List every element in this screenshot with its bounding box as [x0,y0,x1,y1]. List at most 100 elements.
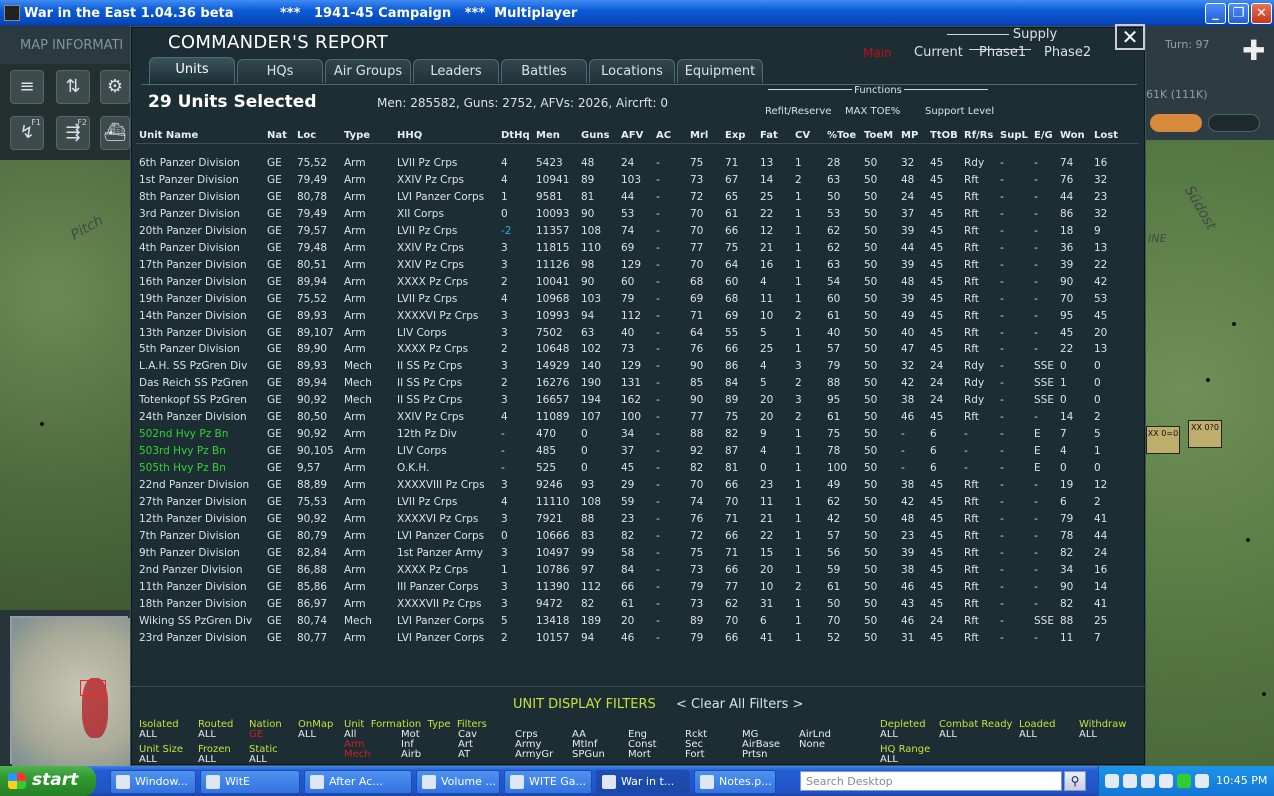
max-toe-button[interactable]: MAX TOE% [845,106,900,117]
cell-unit-name[interactable]: 24th Panzer Division [139,411,247,423]
type-filter-option[interactable]: Fort [685,749,705,760]
taskbar-item[interactable]: WitE [200,770,300,794]
table-row[interactable]: 12th Panzer Division GE 90,92 Arm XXXXVI Pz … [131,513,1147,530]
tab-hqs[interactable]: HQs [237,59,323,83]
table-row[interactable]: Wiking SS PzGren Div GE 80,74 Mech LVI Panze… [131,615,1147,632]
taskbar-clock[interactable]: 10:45 PM [1216,774,1267,787]
minimize-button[interactable]: _ [1205,3,1226,24]
table-row[interactable]: 505th Hvy Pz Bn GE 9,57 Arm O.K.H. - 525 0 45 - 82… [131,462,1147,479]
cell-unit-name[interactable]: Totenkopf SS PzGren [139,394,247,406]
tab-locations[interactable]: Locations [589,59,675,83]
table-row[interactable]: 19th Panzer Division GE 75,52 Arm LVII Pz Cr… [131,293,1147,310]
type-filter-option[interactable]: Prtsn [742,749,767,760]
type-filter-option[interactable]: ArmyGr [515,749,553,760]
filter-frozen-value[interactable]: ALL [198,754,216,765]
filter-isolated-value[interactable]: ALL [139,729,157,740]
table-row[interactable]: 1st Panzer Division GE 79,49 Arm XXIV Pz Crp… [131,174,1147,191]
cell-unit-name[interactable]: 6th Panzer Division [139,157,240,169]
cell-unit-name[interactable]: Das Reich SS PzGren [139,377,248,389]
table-row[interactable]: 503rd Hvy Pz Bn GE 90,105 Arm LIV Corps - 485 0… [131,445,1147,462]
col-header-toe-pct[interactable]: %Toe [827,130,856,141]
start-button[interactable]: start [0,766,96,796]
col-header-nat[interactable]: Nat [267,130,287,141]
table-row[interactable]: 27th Panzer Division GE 75,53 Arm LVII Pz Cr… [131,496,1147,513]
tray-volume-icon[interactable] [1159,774,1173,788]
cell-unit-name[interactable]: Wiking SS PzGren Div [139,615,252,627]
map-area-right[interactable]: Südost INE XX 0=0 XX 0?0 [1146,140,1274,766]
tray-shield-icon[interactable] [1141,774,1155,788]
col-header-e-g[interactable]: E/G [1034,130,1053,141]
col-header-ac[interactable]: AC [656,130,671,141]
table-row[interactable]: Das Reich SS PzGren GE 89,94 Mech II SS Pz C… [131,377,1147,394]
taskbar-item[interactable]: After Ac... [304,770,412,794]
table-row[interactable]: 18th Panzer Division GE 86,97 Arm XXXXVII Pz… [131,598,1147,615]
cell-unit-name[interactable]: 1st Panzer Division [139,174,239,186]
filter-unit-size-value[interactable]: ALL [139,754,157,765]
table-row[interactable]: 22nd Panzer Division GE 88,89 Arm XXXXVIII P… [131,479,1147,496]
col-header-men[interactable]: Men [536,130,560,141]
cell-unit-name[interactable]: 4th Panzer Division [139,242,240,254]
col-header-fat[interactable]: Fat [760,130,778,141]
taskbar-item[interactable]: Window... [110,770,196,794]
col-header-cv[interactable]: CV [795,130,810,141]
search-desktop-input[interactable]: Search Desktop [800,771,1062,791]
report-close-button[interactable]: ✕ [1115,24,1145,50]
table-row[interactable]: 23rd Panzer Division GE 80,77 Arm LVI Panzer… [131,632,1147,649]
filter-routed-value[interactable]: ALL [198,729,216,740]
table-row[interactable]: 5th Panzer Division GE 89,90 Arm XXXX Pz Crp… [131,343,1147,360]
table-row[interactable]: 4th Panzer Division GE 79,48 Arm XXIV Pz Crp… [131,242,1147,259]
arrow-move-icon[interactable]: F1 ↯ [10,116,44,150]
tab-battles[interactable]: Battles [501,59,587,83]
cell-unit-name[interactable]: 502nd Hvy Pz Bn [139,428,228,440]
filter-hq-range-value[interactable]: ALL [880,754,898,765]
col-header-dthq[interactable]: DtHq [501,130,530,141]
type-filter-option[interactable]: None [799,739,825,750]
cell-unit-name[interactable]: 23rd Panzer Division [139,632,247,644]
supply-current[interactable]: Current [914,45,963,60]
map-area-left[interactable]: Pitch [0,160,130,610]
cell-unit-name[interactable]: 3rd Panzer Division [139,208,240,220]
col-header-rf-rs[interactable]: Rf/Rs [964,130,993,141]
cell-unit-name[interactable]: 9th Panzer Division [139,547,240,559]
magnifier-icon[interactable]: ⚲ [1064,771,1086,791]
cell-unit-name[interactable]: 11th Panzer Division [139,581,247,593]
col-header-afv[interactable]: AFV [621,130,643,141]
col-header-ttob[interactable]: TtOB [930,130,958,141]
col-header-lost[interactable]: Lost [1094,130,1118,141]
tray-status-icon[interactable] [1177,774,1191,788]
cell-unit-name[interactable]: 503rd Hvy Pz Bn [139,445,226,457]
cell-unit-name[interactable]: 13th Panzer Division [139,327,247,339]
col-header-won[interactable]: Won [1060,130,1085,141]
tab-air-groups[interactable]: Air Groups [325,59,411,83]
filter-withdraw-value[interactable]: ALL [1079,729,1097,740]
tray-arrow-icon[interactable] [1105,774,1119,788]
type-filter-option[interactable]: Mech [344,749,371,760]
cell-unit-name[interactable]: 7th Panzer Division [139,530,240,542]
filter-onmap-value[interactable]: ALL [298,729,316,740]
col-header-unit-name[interactable]: Unit Name [139,130,198,141]
col-header-mrl[interactable]: Mrl [690,130,708,141]
table-row[interactable]: 7th Panzer Division GE 80,79 Arm LVI Panzer … [131,530,1147,547]
tab-leaders[interactable]: Leaders [413,59,499,83]
type-filter-option[interactable]: Airb [401,749,421,760]
table-row[interactable]: 8th Panzer Division GE 80,78 Arm LVI Panzer … [131,191,1147,208]
cell-unit-name[interactable]: 12th Panzer Division [139,513,247,525]
col-header-exp[interactable]: Exp [725,130,745,141]
taskbar-item[interactable]: WITE Ga... [504,770,592,794]
table-row[interactable]: 16th Panzer Division GE 89,94 Arm XXXX Pz Cr… [131,276,1147,293]
cell-unit-name[interactable]: 22nd Panzer Division [139,479,249,491]
taskbar-item[interactable]: Notes.p... [694,770,776,794]
layers-icon[interactable]: ≡ [10,70,44,104]
table-row[interactable]: 502nd Hvy Pz Bn GE 90,92 Arm 12th Pz Div - 470… [131,428,1147,445]
filter-static-value[interactable]: ALL [249,754,267,765]
col-header-hhq[interactable]: HHQ [397,130,422,141]
table-row[interactable]: 11th Panzer Division GE 85,86 Arm III Panzer… [131,581,1147,598]
cell-unit-name[interactable]: 27th Panzer Division [139,496,247,508]
rail-icon[interactable]: F2 ⇶ [56,116,90,150]
tab-equipment[interactable]: Equipment [677,59,763,83]
tray-network-icon[interactable] [1123,774,1137,788]
filter-combat-ready-value[interactable]: ALL [939,729,957,740]
unit-counter-1[interactable]: XX 0=0 [1146,426,1180,454]
sliders-icon[interactable]: ⇅ [56,70,90,104]
col-header-toem[interactable]: ToeM [864,130,893,141]
